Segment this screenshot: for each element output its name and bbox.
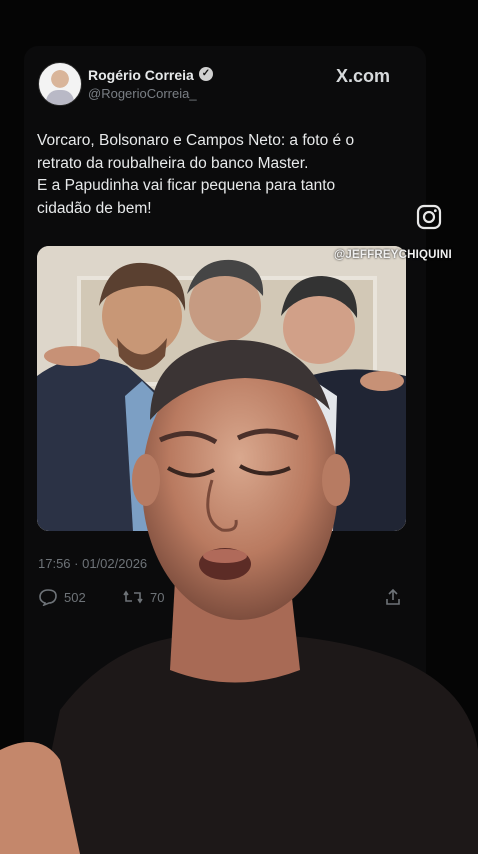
tweet-text-line: E a Papudinha vai ficar pequena para tan… xyxy=(37,177,336,194)
verified-badge-icon: ✓ xyxy=(199,67,213,81)
instagram-icon xyxy=(416,204,442,230)
author-name[interactable]: Rogério Correia xyxy=(88,67,194,83)
tweet-text: Vorcaro, Bolsonaro e Campos Neto: a foto… xyxy=(37,130,407,220)
watermark-text: @JEFFREYCHIQUINI xyxy=(334,249,452,261)
tweet-text-line: retrato da roubalheira do banco Master. xyxy=(37,154,309,172)
author-handle[interactable]: @RogerioCorreia_ xyxy=(88,86,197,101)
author-avatar[interactable] xyxy=(38,62,82,106)
tweet-text-line: Vorcaro, Bolsonaro e Campos Neto: a foto… xyxy=(37,132,355,149)
x-logo: X.com xyxy=(336,66,391,86)
tweet-text-line: cidadão de bem! xyxy=(37,199,152,217)
presenter-overlay-image xyxy=(0,339,478,854)
